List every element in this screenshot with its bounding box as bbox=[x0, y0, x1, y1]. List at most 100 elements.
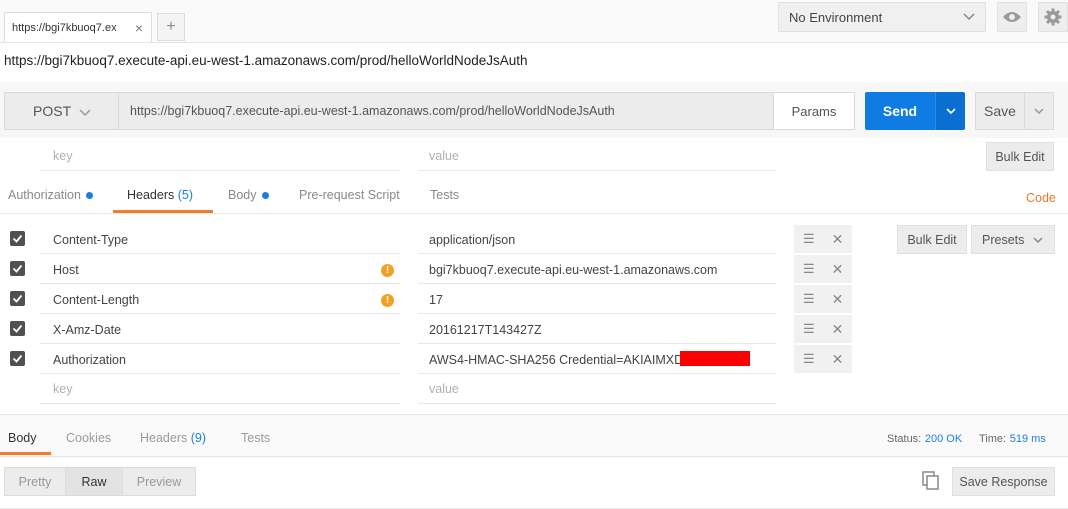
divider bbox=[40, 253, 400, 254]
request-tab[interactable]: https://bgi7kbuoq7.ex × bbox=[4, 12, 152, 42]
divider bbox=[418, 170, 776, 171]
param-key-input[interactable]: key bbox=[53, 149, 72, 163]
params-bulk-edit-button[interactable]: Bulk Edit bbox=[986, 142, 1054, 171]
delete-header-icon[interactable]: ✕ bbox=[832, 291, 844, 308]
plus-icon: + bbox=[166, 18, 176, 35]
new-tab-button[interactable]: + bbox=[157, 13, 185, 41]
header-key-input[interactable]: key bbox=[53, 382, 72, 396]
response-tab-headers-label: Headers bbox=[140, 431, 188, 445]
response-tab-cookies[interactable]: Cookies bbox=[66, 431, 111, 445]
delete-header-icon[interactable]: ✕ bbox=[832, 261, 844, 278]
send-button[interactable]: Send bbox=[865, 92, 935, 130]
drag-handle-icon[interactable]: ☰ bbox=[803, 291, 815, 307]
divider bbox=[40, 283, 400, 284]
response-tab-body[interactable]: Body bbox=[8, 431, 37, 445]
time-value: 519 ms bbox=[1009, 432, 1046, 445]
header-key[interactable]: Content-Length bbox=[53, 293, 139, 307]
header-key[interactable]: Content-Type bbox=[53, 233, 128, 247]
checkmark-icon bbox=[12, 354, 23, 363]
tab-prerequest-script[interactable]: Pre-request Script bbox=[299, 188, 400, 202]
copy-icon[interactable] bbox=[922, 471, 940, 491]
redaction-box bbox=[680, 351, 750, 366]
headers-bulk-edit-button[interactable]: Bulk Edit bbox=[897, 225, 967, 254]
method-select[interactable]: POST bbox=[4, 92, 119, 130]
tab-authorization[interactable]: Authorization bbox=[8, 188, 93, 202]
header-value[interactable]: application/json bbox=[429, 233, 515, 247]
modified-dot-icon bbox=[261, 192, 269, 200]
tab-authorization-label: Authorization bbox=[8, 188, 81, 202]
header-row-actions: ☰ ✕ bbox=[794, 225, 852, 253]
time-label: Time: bbox=[979, 432, 1007, 445]
delete-header-icon[interactable]: ✕ bbox=[832, 321, 844, 338]
header-key[interactable]: X-Amz-Date bbox=[53, 323, 121, 337]
chevron-down-icon bbox=[963, 13, 975, 21]
request-name: https://bgi7kbuoq7.execute-api.eu-west-1… bbox=[4, 53, 528, 68]
drag-handle-icon[interactable]: ☰ bbox=[803, 321, 815, 337]
divider bbox=[418, 343, 776, 344]
url-input[interactable]: https://bgi7kbuoq7.execute-api.eu-west-1… bbox=[118, 92, 774, 130]
save-button[interactable]: Save bbox=[975, 92, 1025, 130]
header-value[interactable]: bgi7kbuoq7.execute-api.eu-west-1.amazona… bbox=[429, 263, 717, 277]
header-row-actions: ☰ ✕ bbox=[794, 315, 852, 343]
chevron-down-icon bbox=[945, 108, 956, 115]
drag-handle-icon[interactable]: ☰ bbox=[803, 231, 815, 247]
response-tab-headers-count: (9) bbox=[190, 431, 207, 445]
checkmark-icon bbox=[12, 264, 23, 273]
code-link[interactable]: Code bbox=[1026, 191, 1056, 205]
settings-button[interactable] bbox=[1038, 2, 1068, 32]
quick-look-button[interactable] bbox=[997, 2, 1027, 32]
request-tab-title: https://bgi7kbuoq7.ex bbox=[12, 21, 117, 34]
view-raw-button[interactable]: Raw bbox=[65, 467, 123, 496]
response-tab-tests[interactable]: Tests bbox=[241, 431, 270, 445]
header-value[interactable]: 17 bbox=[429, 293, 443, 307]
drag-handle-icon[interactable]: ☰ bbox=[803, 261, 815, 277]
response-status: Status: 200 OK bbox=[887, 431, 962, 446]
warning-icon: ! bbox=[381, 294, 394, 307]
header-enabled-checkbox[interactable] bbox=[10, 291, 25, 306]
checkmark-icon bbox=[12, 234, 23, 243]
warning-icon: ! bbox=[381, 264, 394, 277]
divider bbox=[40, 373, 400, 374]
modified-dot-icon bbox=[85, 192, 93, 200]
drag-handle-icon[interactable]: ☰ bbox=[803, 351, 815, 367]
header-enabled-checkbox[interactable] bbox=[10, 231, 25, 246]
response-tab-headers[interactable]: Headers (9) bbox=[140, 431, 206, 445]
delete-header-icon[interactable]: ✕ bbox=[832, 231, 844, 248]
eye-icon bbox=[1003, 12, 1021, 22]
header-enabled-checkbox[interactable] bbox=[10, 261, 25, 276]
header-key[interactable]: Authorization bbox=[53, 353, 126, 367]
checkmark-icon bbox=[12, 324, 23, 333]
header-row-actions: ☰ ✕ bbox=[794, 285, 852, 313]
view-pretty-button[interactable]: Pretty bbox=[4, 467, 66, 496]
header-value[interactable]: AWS4-HMAC-SHA256 Credential=AKIAIMXDJ6 bbox=[429, 353, 696, 367]
presets-button[interactable]: Presets bbox=[971, 225, 1055, 254]
header-enabled-checkbox[interactable] bbox=[10, 321, 25, 336]
header-key[interactable]: Host bbox=[53, 263, 79, 277]
header-value-input[interactable]: value bbox=[429, 382, 459, 396]
save-options-button[interactable] bbox=[1024, 92, 1054, 130]
view-preview-button[interactable]: Preview bbox=[122, 467, 196, 496]
send-options-button[interactable] bbox=[935, 92, 965, 130]
tab-headers[interactable]: Headers (5) bbox=[127, 188, 193, 202]
param-value-input[interactable]: value bbox=[429, 149, 459, 163]
delete-header-icon[interactable]: ✕ bbox=[832, 351, 844, 368]
tab-headers-count: (5) bbox=[177, 188, 194, 202]
divider bbox=[0, 213, 1068, 214]
divider bbox=[40, 170, 400, 171]
header-enabled-checkbox[interactable] bbox=[10, 351, 25, 366]
tab-tests[interactable]: Tests bbox=[430, 188, 459, 202]
divider bbox=[418, 313, 776, 314]
url-input-value: https://bgi7kbuoq7.execute-api.eu-west-1… bbox=[130, 104, 615, 118]
divider bbox=[418, 373, 776, 374]
method-label: POST bbox=[33, 103, 72, 119]
save-response-button[interactable]: Save Response bbox=[952, 467, 1055, 496]
params-button[interactable]: Params bbox=[773, 92, 855, 130]
status-label: Status: bbox=[887, 432, 922, 445]
tab-body[interactable]: Body bbox=[228, 188, 269, 202]
divider bbox=[418, 283, 776, 284]
close-tab-icon[interactable]: × bbox=[135, 20, 143, 36]
header-value[interactable]: 20161217T143427Z bbox=[429, 323, 542, 337]
environment-select[interactable]: No Environment bbox=[778, 2, 986, 32]
divider bbox=[40, 403, 400, 404]
chevron-down-icon bbox=[1033, 237, 1043, 244]
